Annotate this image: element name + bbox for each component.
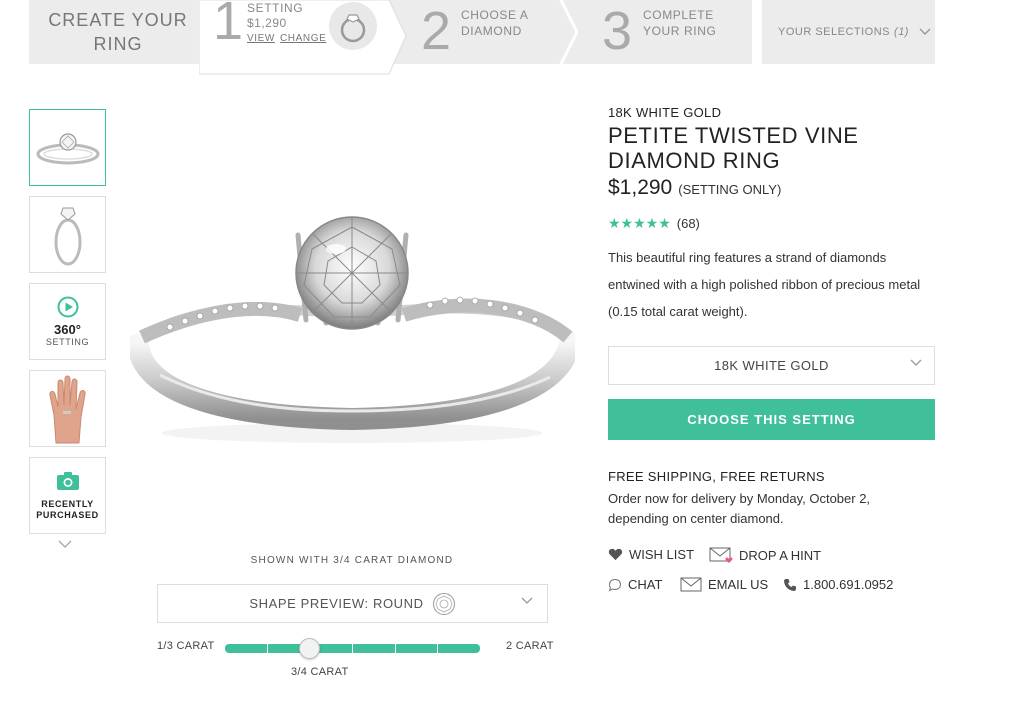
- thumbnails-more-chevron-icon[interactable]: [58, 540, 72, 549]
- choose-this-setting-button[interactable]: CHOOSE THIS SETTING: [608, 399, 935, 440]
- chevron-down-icon: [521, 597, 533, 604]
- camera-icon: [56, 471, 79, 490]
- your-selections-label: YOUR SELECTIONS: [778, 26, 891, 38]
- rating-stars-icon: ★★★★★: [608, 215, 671, 231]
- product-title: PETITE TWISTED VINE DIAMOND RING: [608, 123, 859, 173]
- step-1-number: 1: [213, 0, 244, 51]
- view-link[interactable]: VIEW: [247, 33, 275, 44]
- chat-button[interactable]: CHAT: [608, 577, 662, 592]
- step-complete-ring[interactable]: 3 COMPLETE YOUR RING: [584, 0, 752, 64]
- metal-select-dropdown[interactable]: 18K WHITE GOLD: [608, 346, 935, 385]
- shape-preview-dropdown[interactable]: SHAPE PREVIEW: ROUND: [157, 584, 548, 623]
- step-2-label-line2: DIAMOND: [461, 24, 522, 38]
- thumbnail-recently-purchased[interactable]: RECENTLY PURCHASED: [29, 457, 106, 534]
- setting-thumbnail: [329, 2, 377, 50]
- play-icon: [57, 296, 78, 317]
- create-your-ring-label: CREATE YOUR RING: [48, 10, 188, 54]
- step-1-price: $1,290: [247, 16, 287, 30]
- heart-icon: [608, 548, 623, 561]
- thumbnail-hand[interactable]: [29, 370, 106, 447]
- metal-select-value: 18K WHITE GOLD: [714, 358, 829, 373]
- thumbnail-list: 360° SETTING RECENTLY PURCHASED: [29, 109, 106, 544]
- recently-purchased-line2: PURCHASED: [36, 509, 99, 520]
- hand-icon: [48, 375, 86, 443]
- chevron-down-icon: [919, 28, 931, 35]
- price-note: (SETTING ONLY): [678, 182, 782, 197]
- drop-a-hint-label: DROP A HINT: [739, 548, 822, 563]
- product-description: This beautiful ring features a strand of…: [608, 250, 921, 319]
- wish-list-button[interactable]: WISH LIST: [608, 547, 694, 562]
- step-3-label: COMPLETE YOUR RING: [643, 7, 716, 39]
- carat-min-label: 1/3 CARAT: [157, 640, 215, 652]
- thumbnail-ring-side[interactable]: [29, 196, 106, 273]
- step-3-label-line2: YOUR RING: [643, 24, 717, 38]
- step-2-number: 2: [421, 1, 452, 61]
- round-diamond-icon: [432, 592, 455, 615]
- product-rating[interactable]: ★★★★★ (68): [608, 215, 700, 232]
- chat-icon: [608, 578, 622, 591]
- drop-a-hint-button[interactable]: DROP A HINT: [709, 547, 821, 564]
- step-1-links: VIEW CHANGE: [247, 33, 326, 44]
- phone-icon: [784, 578, 796, 591]
- create-your-ring-heading: CREATE YOUR RING: [29, 0, 207, 64]
- carat-slider-handle[interactable]: [298, 638, 320, 659]
- shipping-title: FREE SHIPPING, FREE RETURNS: [608, 469, 825, 484]
- step-3-label-line1: COMPLETE: [643, 8, 714, 22]
- thumbnail-360-video[interactable]: 360° SETTING: [29, 283, 106, 360]
- phone-button[interactable]: 1.800.691.0952: [783, 577, 893, 592]
- carat-current-label: 3/4 CARAT: [291, 666, 349, 678]
- wish-list-label: WISH LIST: [629, 547, 695, 562]
- change-link[interactable]: CHANGE: [280, 33, 326, 44]
- step-2-label-line1: CHOOSE A: [461, 8, 529, 22]
- ring-front-icon: [36, 132, 99, 164]
- video-360-label: 360°: [54, 321, 81, 337]
- ring-main-image: [130, 216, 575, 443]
- your-selections-dropdown[interactable]: YOUR SELECTIONS (1): [762, 0, 935, 64]
- shape-preview-label: SHAPE PREVIEW: ROUND: [249, 596, 424, 611]
- envelope-icon: [680, 577, 702, 592]
- shown-with-caption: SHOWN WITH 3/4 CARAT DIAMOND: [250, 555, 454, 566]
- video-setting-label: SETTING: [45, 336, 90, 347]
- selections-count: (1): [894, 26, 909, 38]
- chevron-down-icon: [910, 359, 922, 366]
- step-divider-icon: [559, 0, 579, 64]
- shipping-text: Order now for delivery by Monday, Octobe…: [608, 491, 871, 526]
- product-metal: 18K WHITE GOLD: [608, 105, 722, 120]
- envelope-heart-icon: [709, 547, 733, 563]
- email-us-label: EMAIL US: [708, 577, 769, 592]
- carat-max-label: 2 CARAT: [506, 640, 554, 652]
- ring-side-icon: [54, 207, 81, 265]
- carat-slider-track[interactable]: [225, 644, 480, 653]
- chat-label: CHAT: [628, 577, 663, 592]
- step-1-label: SETTING: [247, 1, 304, 15]
- product-price-row: $1,290 (SETTING ONLY): [608, 176, 781, 200]
- phone-number: 1.800.691.0952: [803, 577, 894, 592]
- product-price: $1,290: [608, 176, 673, 199]
- email-us-button[interactable]: EMAIL US: [680, 577, 768, 592]
- recently-purchased-line1: RECENTLY: [41, 498, 94, 509]
- ring-outline-icon: [340, 14, 366, 43]
- step-3-number: 3: [602, 1, 633, 61]
- step-2-label: CHOOSE A DIAMOND: [461, 7, 528, 39]
- step-setting[interactable]: 1 SETTING $1,290 VIEW CHANGE: [199, 0, 409, 76]
- thumbnail-ring-front[interactable]: [29, 109, 106, 186]
- step-choose-diamond[interactable]: 2 CHOOSE A DIAMOND: [399, 0, 569, 64]
- review-count: (68): [676, 216, 700, 231]
